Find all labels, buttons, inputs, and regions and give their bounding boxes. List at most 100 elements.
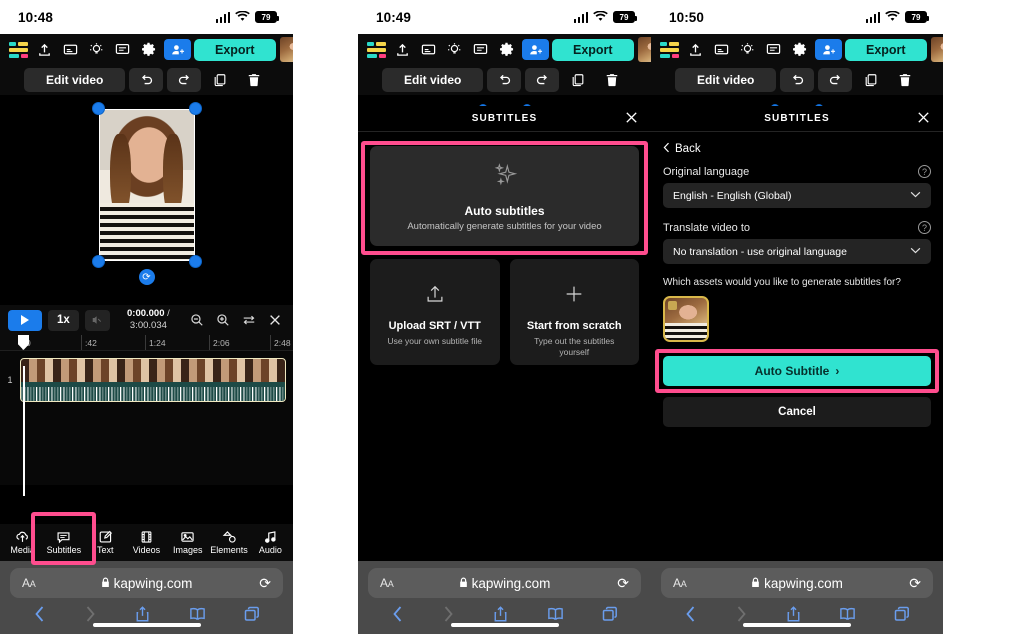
timeline-row[interactable]: 1 xyxy=(0,351,293,402)
resize-handle-bottom-left[interactable] xyxy=(91,255,105,268)
add-person-button[interactable] xyxy=(815,39,842,60)
redo-icon[interactable] xyxy=(167,68,202,92)
share-icon[interactable] xyxy=(493,605,508,623)
trash-icon[interactable] xyxy=(239,68,269,92)
start-from-scratch-card[interactable]: Start from scratch Type out the subtitle… xyxy=(509,259,639,365)
resize-handle-top-left[interactable] xyxy=(91,102,105,115)
reload-icon[interactable]: ⟳ xyxy=(909,575,921,592)
help-icon[interactable]: ? xyxy=(918,165,931,178)
close-icon[interactable] xyxy=(916,110,931,128)
comment-icon[interactable] xyxy=(467,37,493,63)
resize-handle-bottom-right[interactable] xyxy=(188,255,202,268)
cancel-button[interactable]: Cancel xyxy=(663,397,931,427)
upload-icon[interactable] xyxy=(682,37,708,63)
share-icon[interactable] xyxy=(135,605,150,623)
add-person-button[interactable] xyxy=(164,39,191,60)
back-chevron-icon[interactable] xyxy=(391,605,404,623)
url-bar[interactable]: AA kapwing.com ⟳ xyxy=(661,568,933,598)
sidebar-item-subtitles[interactable]: Subtitles xyxy=(43,530,84,555)
timeline-ruler[interactable]: 0 :42 1:24 2:06 2:48 xyxy=(0,335,293,351)
sidebar-item-images[interactable]: Images xyxy=(167,530,208,555)
kapwing-logo-icon[interactable] xyxy=(5,37,31,63)
zoom-out-icon[interactable] xyxy=(187,309,207,331)
edit-video-button[interactable]: Edit video xyxy=(24,68,126,92)
tabs-icon[interactable] xyxy=(602,606,618,622)
kapwing-logo-icon[interactable] xyxy=(656,37,682,63)
close-icon[interactable] xyxy=(624,110,639,128)
caption-icon[interactable] xyxy=(57,37,83,63)
duplicate-icon[interactable] xyxy=(856,68,886,92)
trash-icon[interactable] xyxy=(890,68,920,92)
original-language-select[interactable]: English - English (Global) xyxy=(663,183,931,208)
tabs-icon[interactable] xyxy=(244,606,260,622)
duplicate-icon[interactable] xyxy=(205,68,235,92)
back-chevron-icon[interactable] xyxy=(33,605,46,623)
avatar[interactable] xyxy=(637,37,651,62)
video-canvas-1[interactable]: ⟳ xyxy=(0,95,293,305)
reload-icon[interactable]: ⟳ xyxy=(617,575,629,592)
tabs-icon[interactable] xyxy=(894,606,910,622)
trash-icon[interactable] xyxy=(597,68,627,92)
back-chevron-icon[interactable] xyxy=(684,605,697,623)
auto-subtitles-card[interactable]: Auto subtitles Automatically generate su… xyxy=(370,146,639,246)
close-player-icon[interactable] xyxy=(265,309,285,331)
duplicate-icon[interactable] xyxy=(563,68,593,92)
play-button[interactable] xyxy=(8,309,42,331)
upload-icon[interactable] xyxy=(389,37,415,63)
redo-icon[interactable] xyxy=(818,68,853,92)
rotate-handle-icon[interactable]: ⟳ xyxy=(138,269,155,285)
forward-chevron-icon[interactable] xyxy=(84,605,97,623)
undo-icon[interactable] xyxy=(780,68,815,92)
caption-icon[interactable] xyxy=(708,37,734,63)
sidebar-item-elements[interactable]: Elements xyxy=(208,530,249,555)
avatar[interactable] xyxy=(279,37,293,62)
export-button[interactable]: Export xyxy=(845,38,927,61)
forward-chevron-icon[interactable] xyxy=(442,605,455,623)
url-bar[interactable]: AA kapwing.com ⟳ xyxy=(10,568,283,598)
auto-subtitle-button[interactable]: Auto Subtitle › xyxy=(663,356,931,386)
reload-icon[interactable]: ⟳ xyxy=(259,575,271,592)
export-button[interactable]: Export xyxy=(194,38,276,61)
add-person-button[interactable] xyxy=(522,39,549,60)
sidebar-item-audio[interactable]: Audio xyxy=(250,530,291,555)
undo-icon[interactable] xyxy=(487,68,522,92)
undo-icon[interactable] xyxy=(129,68,164,92)
mute-button[interactable] xyxy=(84,309,110,331)
magic-idea-icon[interactable] xyxy=(441,37,467,63)
book-icon[interactable] xyxy=(839,606,856,622)
upload-srt-card[interactable]: Upload SRT / VTT Use your own subtitle f… xyxy=(370,259,500,365)
caption-icon[interactable] xyxy=(415,37,441,63)
settings-gear-icon[interactable] xyxy=(786,37,812,63)
help-icon[interactable]: ? xyxy=(918,221,931,234)
video-clip[interactable] xyxy=(20,358,286,402)
resize-handle-top-right[interactable] xyxy=(188,102,202,115)
asset-thumbnail[interactable] xyxy=(663,296,709,342)
back-button[interactable]: Back xyxy=(663,142,931,156)
forward-chevron-icon[interactable] xyxy=(735,605,748,623)
translate-select[interactable]: No translation - use original language xyxy=(663,239,931,264)
settings-gear-icon[interactable] xyxy=(493,37,519,63)
avatar[interactable] xyxy=(930,37,943,62)
book-icon[interactable] xyxy=(189,606,206,622)
magic-idea-icon[interactable] xyxy=(83,37,109,63)
video-clip-selection[interactable]: ⟳ xyxy=(91,102,202,285)
sidebar-item-videos[interactable]: Videos xyxy=(126,530,167,555)
zoom-in-icon[interactable] xyxy=(213,309,233,331)
fit-timeline-icon[interactable] xyxy=(239,309,259,331)
sidebar-item-media[interactable]: Media xyxy=(2,530,43,555)
edit-video-button[interactable]: Edit video xyxy=(675,68,777,92)
upload-icon[interactable] xyxy=(31,37,57,63)
share-icon[interactable] xyxy=(786,605,801,623)
sidebar-item-text[interactable]: Text xyxy=(85,530,126,555)
magic-idea-icon[interactable] xyxy=(734,37,760,63)
redo-icon[interactable] xyxy=(525,68,560,92)
edit-video-button[interactable]: Edit video xyxy=(382,68,484,92)
timeline-tracks[interactable]: 1 xyxy=(0,351,293,496)
export-button[interactable]: Export xyxy=(552,38,634,61)
url-bar[interactable]: AA kapwing.com ⟳ xyxy=(368,568,641,598)
kapwing-logo-icon[interactable] xyxy=(363,37,389,63)
comment-icon[interactable] xyxy=(109,37,135,63)
comment-icon[interactable] xyxy=(760,37,786,63)
book-icon[interactable] xyxy=(547,606,564,622)
settings-gear-icon[interactable] xyxy=(135,37,161,63)
